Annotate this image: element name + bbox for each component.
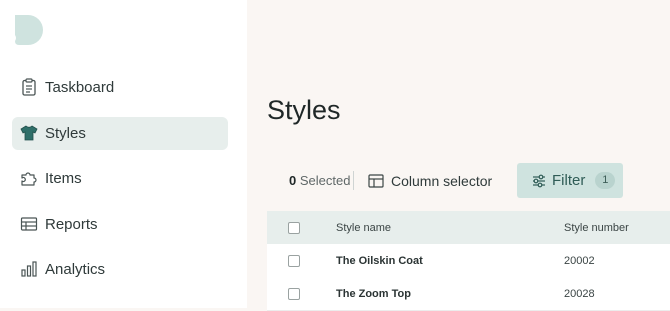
selected-count-value: 0 (289, 173, 297, 188)
table-icon (20, 217, 38, 231)
page-title: Styles (267, 95, 341, 125)
sidebar-item-label: Styles (45, 125, 86, 142)
style-number-cell: 20028 (564, 288, 595, 300)
columns-icon (368, 173, 384, 188)
style-name-cell: The Oilskin Coat (336, 255, 423, 267)
column-header-style-number[interactable]: Style number (564, 222, 629, 234)
sidebar-item-label: Reports (45, 216, 98, 233)
filter-count-badge: 1 (595, 172, 616, 189)
sidebar-item-label: Items (45, 170, 82, 187)
sidebar-item-analytics[interactable]: Analytics (12, 253, 228, 286)
toolbar-divider (353, 171, 354, 190)
filter-label: Filter (552, 172, 586, 189)
puzzle-icon (21, 172, 37, 186)
row-checkbox[interactable] (288, 255, 300, 267)
column-header-style-name[interactable]: Style name (336, 222, 391, 234)
toolbar: 0 Selected Column selector Filter 1 (247, 163, 670, 198)
filter-button[interactable]: Filter 1 (517, 163, 623, 198)
main-content: Styles 0 Selected Column selector Filter… (247, 0, 670, 311)
speech-bubble-logo[interactable] (13, 15, 45, 45)
style-number-cell: 20002 (564, 255, 595, 267)
sidebar: Taskboard Styles Items Reports Analytics (0, 0, 247, 308)
sidebar-item-styles[interactable]: Styles (12, 117, 228, 150)
style-name-cell: The Zoom Top (336, 288, 411, 300)
table-header: Style name Style number (267, 211, 670, 244)
column-selector-label: Column selector (391, 172, 493, 189)
sidebar-item-taskboard[interactable]: Taskboard (12, 71, 228, 104)
row-checkbox[interactable] (288, 288, 300, 300)
clipboard-icon (22, 78, 36, 96)
sidebar-item-reports[interactable]: Reports (12, 208, 228, 241)
bar-chart-icon (21, 261, 37, 277)
table-row[interactable]: The Oilskin Coat 20002 (267, 244, 670, 278)
shirt-icon (20, 125, 38, 141)
sliders-icon (533, 174, 545, 187)
sidebar-item-label: Taskboard (45, 79, 115, 96)
selected-count: 0 Selected (289, 173, 350, 188)
table-row[interactable]: The Zoom Top 20028 (267, 277, 670, 311)
sidebar-item-items[interactable]: Items (12, 162, 228, 195)
select-all-checkbox[interactable] (288, 222, 300, 234)
column-selector-button[interactable]: Column selector (368, 163, 492, 198)
selected-count-label: Selected (299, 173, 351, 188)
sidebar-item-label: Analytics (45, 261, 106, 278)
